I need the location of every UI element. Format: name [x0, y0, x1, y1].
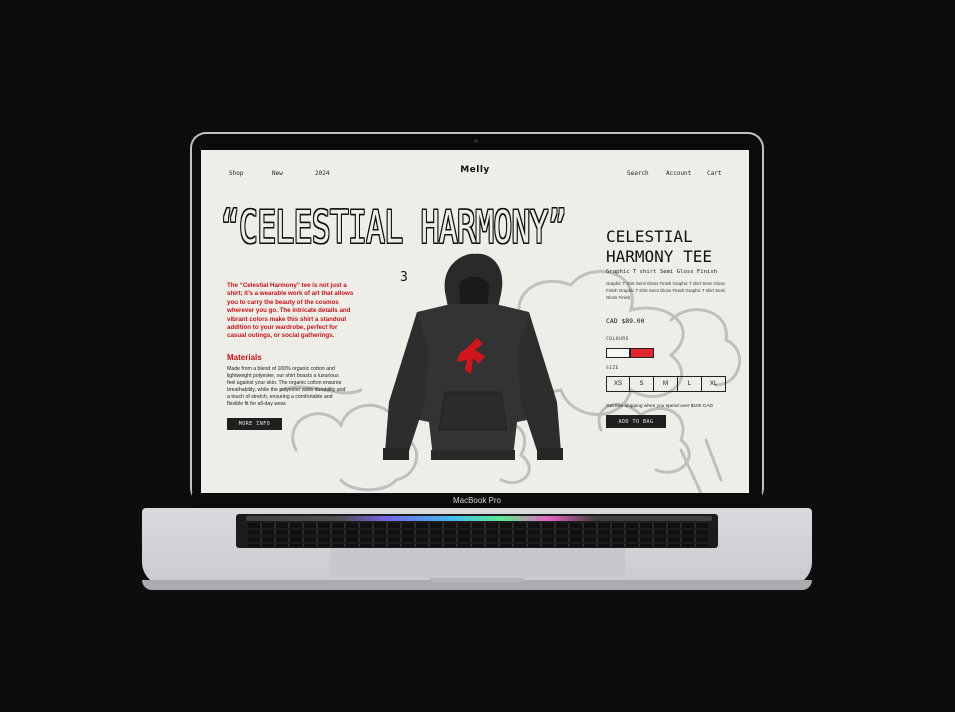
- touch-bar: [246, 516, 712, 521]
- product-title-line1: CELESTIAL: [606, 227, 693, 246]
- lid-notch: [430, 578, 524, 583]
- product-title: CELESTIAL HARMONY TEE: [606, 227, 741, 267]
- site-logo[interactable]: Melly: [454, 165, 496, 175]
- size-selector: XS S M L XL: [606, 376, 726, 392]
- nav-search[interactable]: Search: [627, 170, 649, 177]
- website-screen: Shop New 2024 Search Account Cart Melly …: [201, 150, 749, 493]
- keyboard-row: [248, 544, 708, 547]
- size-option-l[interactable]: L: [678, 376, 702, 392]
- product-story: The “Celestial Harmony” tee is not just …: [227, 282, 354, 340]
- product-title-line2: HARMONY TEE: [606, 247, 712, 266]
- colour-swatch-white[interactable]: [606, 348, 630, 358]
- hero-headline: “CELESTIAL HARMONY”: [221, 202, 567, 255]
- size-option-xs[interactable]: XS: [606, 376, 630, 392]
- add-to-bag-button[interactable]: ADD TO BAG: [606, 415, 666, 428]
- size-option-m[interactable]: M: [654, 376, 678, 392]
- trackpad: [330, 548, 625, 578]
- colour-swatch-red[interactable]: [630, 348, 654, 358]
- size-option-s[interactable]: S: [630, 376, 654, 392]
- keyboard-row: [248, 537, 708, 542]
- product-subtitle: Graphic T shirt Semi Gloss Finish: [606, 269, 718, 275]
- materials-heading: Materials: [227, 353, 262, 362]
- shipping-note: Get free shipping when you spend over $1…: [606, 404, 713, 409]
- nav-account[interactable]: Account: [666, 170, 691, 177]
- materials-text: Made from a blend of 100% organic cotton…: [227, 366, 346, 407]
- size-option-xl[interactable]: XL: [702, 376, 726, 392]
- keyboard-row: [248, 530, 708, 535]
- nav-shop[interactable]: Shop: [229, 170, 243, 177]
- more-info-button[interactable]: MORE INFO: [227, 418, 282, 430]
- hoodie-product-image[interactable]: [367, 252, 577, 467]
- nav-new[interactable]: New: [272, 170, 283, 177]
- nav-2024[interactable]: 2024: [315, 170, 329, 177]
- colours-label: COLOURS: [606, 337, 629, 342]
- keyboard-row: [248, 523, 708, 528]
- camera-icon: [474, 139, 478, 143]
- product-description: Graphic T shirt Semi Gloss Finish Graphi…: [606, 281, 726, 300]
- nav-cart[interactable]: Cart: [707, 170, 721, 177]
- size-label: SIZE: [606, 366, 620, 371]
- product-price: CAD $89.00: [606, 317, 645, 325]
- screen-chin: MacBook Pro: [192, 493, 762, 508]
- device-label: MacBook Pro: [452, 496, 502, 505]
